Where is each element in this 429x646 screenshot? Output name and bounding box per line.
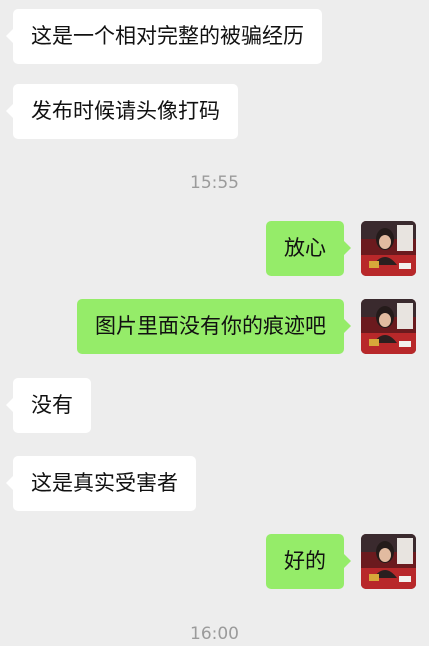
user-avatar-icon[interactable] bbox=[361, 534, 416, 589]
message-bubble-incoming[interactable]: 这是真实受害者 bbox=[6, 456, 196, 511]
message-bubble-incoming[interactable]: 发布时候请头像打码 bbox=[6, 84, 238, 139]
message-row-outgoing: 放心 bbox=[0, 221, 429, 279]
message-bubble-incoming[interactable]: 没有 bbox=[6, 378, 91, 433]
avatar-photo-icon bbox=[361, 299, 416, 354]
message-row-outgoing: 好的 bbox=[0, 534, 429, 592]
message-row-outgoing: 图片里面没有你的痕迹吧 bbox=[0, 299, 429, 357]
message-bubble-outgoing[interactable]: 放心 bbox=[266, 221, 351, 276]
user-avatar-icon[interactable] bbox=[361, 221, 416, 276]
message-row-incoming: 没有 bbox=[0, 378, 429, 436]
chat-message-list[interactable]: 这是一个相对完整的被骗经历 发布时候请头像打码 15:55 放心 图片里面没有你… bbox=[0, 0, 429, 646]
message-bubble-incoming[interactable]: 这是一个相对完整的被骗经历 bbox=[6, 9, 322, 64]
avatar-photo-icon bbox=[361, 534, 416, 589]
message-row-incoming: 发布时候请头像打码 bbox=[0, 84, 429, 142]
message-row-incoming: 这是一个相对完整的被骗经历 bbox=[0, 9, 429, 67]
message-timestamp: 15:55 bbox=[190, 173, 239, 193]
user-avatar-icon[interactable] bbox=[361, 299, 416, 354]
message-bubble-outgoing[interactable]: 好的 bbox=[266, 534, 351, 589]
avatar-photo-icon bbox=[361, 221, 416, 276]
message-timestamp: 16:00 bbox=[190, 624, 239, 644]
message-row-incoming: 这是真实受害者 bbox=[0, 456, 429, 514]
message-bubble-outgoing[interactable]: 图片里面没有你的痕迹吧 bbox=[77, 299, 351, 354]
